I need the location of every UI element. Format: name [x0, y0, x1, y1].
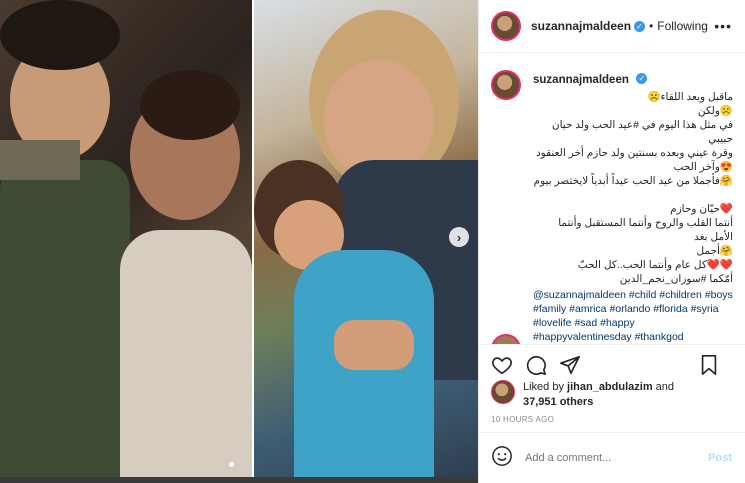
caption-username[interactable]: suzannajmaldeen: [533, 74, 629, 86]
header-username[interactable]: suzannajmaldeen: [531, 19, 631, 33]
caption: suzannajmaldeen ✓ ماقبل وبعد اللقاء☹️ ☹️…: [491, 70, 734, 344]
share-icon[interactable]: [559, 354, 581, 376]
carousel-next-button[interactable]: ›: [449, 227, 469, 247]
caption-hashtags[interactable]: @suzannajmaldeen #child #children #boys …: [533, 288, 733, 344]
following-button[interactable]: Following: [657, 19, 708, 33]
likes-prefix: Liked by: [523, 381, 568, 393]
carousel-dot: [238, 462, 243, 467]
photo-right: [254, 0, 478, 477]
emoji-icon[interactable]: [491, 445, 513, 472]
likes-summary: Liked by jihan_abdulazim and 37,951 othe…: [491, 380, 736, 410]
media-bottom-strip: [0, 477, 478, 483]
more-options-icon[interactable]: •••: [714, 18, 732, 34]
avatar[interactable]: [491, 11, 521, 41]
likes-text: Liked by jihan_abdulazim and 37,951 othe…: [523, 380, 674, 410]
comment-input[interactable]: [525, 452, 695, 464]
likes-and: and: [652, 381, 675, 393]
action-bar: [479, 344, 745, 384]
carousel-dots: [229, 462, 243, 467]
comments-area: suzannajmaldeen ✓ ماقبل وبعد اللقاء☹️ ☹️…: [479, 54, 745, 344]
post-header: suzannajmaldeen ✓ • Following •••: [479, 0, 745, 53]
add-comment-bar: Post: [479, 432, 745, 483]
verified-badge-icon: ✓: [634, 20, 646, 32]
likes-count[interactable]: 37,951 others: [523, 396, 593, 408]
comment-icon[interactable]: [525, 354, 547, 376]
verified-badge-icon: ✓: [636, 73, 648, 85]
caption-body: suzannajmaldeen ✓ ماقبل وبعد اللقاء☹️ ☹️…: [533, 70, 733, 344]
post-side-panel: suzannajmaldeen ✓ • Following ••• suzann…: [478, 0, 745, 483]
post-timestamp: 10 HOURS AGO: [491, 415, 555, 424]
liker-avatar[interactable]: [491, 380, 515, 404]
like-heart-icon[interactable]: [491, 354, 513, 376]
instagram-post: › suzannajmaldeen ✓ • Following ••• suza…: [0, 0, 745, 483]
liker-username[interactable]: jihan_abdulazim: [567, 381, 653, 393]
carousel-dot-active: [229, 462, 234, 467]
bookmark-icon[interactable]: [698, 354, 720, 376]
caption-avatar[interactable]: [491, 70, 521, 100]
caption-text: ماقبل وبعد اللقاء☹️ ☹️ولكن في مثل هذا ال…: [533, 91, 733, 285]
header-separator: •: [649, 19, 654, 33]
photo-left: [0, 0, 252, 477]
post-comment-button[interactable]: Post: [708, 452, 732, 464]
post-media[interactable]: ›: [0, 0, 478, 483]
